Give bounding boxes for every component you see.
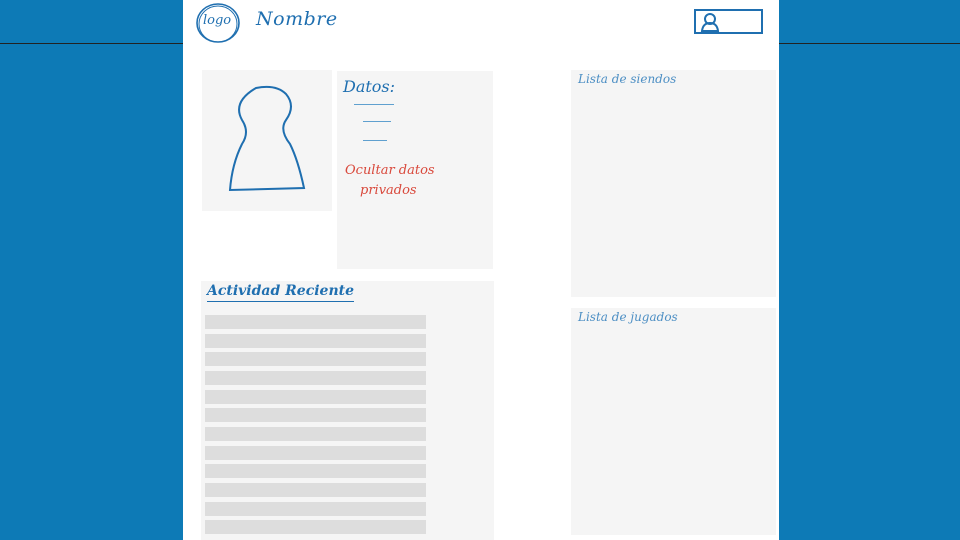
hide-private-label-1: Ocultar datos xyxy=(345,163,435,178)
recent-activity-panel: Actividad Reciente xyxy=(201,281,494,540)
activity-row[interactable] xyxy=(205,315,426,329)
profile-avatar xyxy=(202,70,332,211)
data-field-placeholder xyxy=(363,140,387,141)
user-account-button[interactable] xyxy=(694,9,763,34)
data-field-placeholder xyxy=(363,121,391,122)
activity-row[interactable] xyxy=(205,427,426,441)
activity-row[interactable] xyxy=(205,334,426,348)
data-title: Datos: xyxy=(343,77,396,96)
activity-row[interactable] xyxy=(205,483,426,497)
activity-row[interactable] xyxy=(205,502,426,516)
logo-text: logo xyxy=(203,13,232,28)
activity-row[interactable] xyxy=(205,390,426,404)
page-container: logo Nombre Datos: Ocultar datos privado… xyxy=(183,0,779,540)
played-list-panel: Lista de jugados xyxy=(571,308,776,535)
following-list-panel: Lista de siendos xyxy=(571,70,776,297)
profile-data-panel: Datos: Ocultar datos privados xyxy=(337,71,493,269)
recent-activity-title: Actividad Reciente xyxy=(207,283,354,302)
data-field-placeholder xyxy=(354,104,394,105)
logo[interactable]: logo xyxy=(195,2,241,44)
activity-row[interactable] xyxy=(205,352,426,366)
activity-row[interactable] xyxy=(205,446,426,460)
site-name: Nombre xyxy=(256,8,338,30)
activity-row[interactable] xyxy=(205,371,426,385)
user-icon xyxy=(700,13,720,32)
following-list-title: Lista de siendos xyxy=(578,72,677,86)
activity-row[interactable] xyxy=(205,520,426,534)
header: logo Nombre xyxy=(183,0,779,43)
activity-row[interactable] xyxy=(205,408,426,422)
activity-row[interactable] xyxy=(205,464,426,478)
played-list-title: Lista de jugados xyxy=(578,310,678,324)
hide-private-label-2: privados xyxy=(360,183,417,198)
avatar-placeholder-icon xyxy=(228,85,306,192)
hide-private-data-link[interactable]: Ocultar datos privados xyxy=(345,161,475,201)
